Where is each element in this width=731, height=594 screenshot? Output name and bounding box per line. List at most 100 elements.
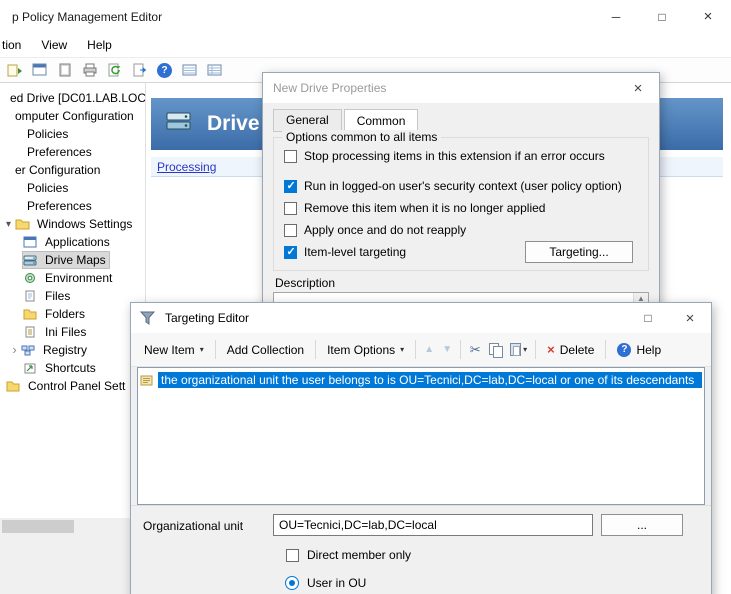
tree-item-mapped-drive[interactable]: ed Drive [DC01.LAB.LOCA	[0, 89, 145, 107]
console-window-icon[interactable]	[31, 62, 48, 79]
files-icon	[23, 289, 39, 303]
export-list-icon[interactable]	[131, 62, 148, 79]
option-run-in-user-context[interactable]: Run in logged-on user's security context…	[284, 179, 622, 193]
browse-button[interactable]: ...	[601, 514, 683, 536]
user-in-ou-option[interactable]: User in OU	[285, 576, 366, 590]
tree-item-folders[interactable]: Folders	[0, 305, 145, 323]
tree-item-label: Control Panel Sett	[25, 378, 128, 394]
tree-item-label: Drive Maps	[42, 252, 109, 268]
list-view-icon[interactable]	[181, 62, 198, 79]
checkbox[interactable]	[284, 246, 297, 259]
targeting-rule-row[interactable]: the organizational unit the user belongs…	[140, 371, 702, 389]
printer-icon[interactable]	[81, 62, 98, 79]
tree-item-drive-maps[interactable]: Drive Maps	[0, 251, 145, 269]
maximize-icon: □	[644, 311, 651, 325]
help-icon[interactable]: ?	[156, 62, 173, 79]
tree-item-preferences-user[interactable]: Preferences	[0, 197, 145, 215]
option-label: Run in logged-on user's security context…	[304, 179, 622, 193]
tree-item-ini-files[interactable]: Ini Files	[0, 323, 145, 341]
option-apply-once[interactable]: Apply once and do not reapply	[284, 223, 466, 237]
checkbox[interactable]	[284, 202, 297, 215]
targeting-dialog-close-button[interactable]: ×	[669, 303, 711, 333]
checkbox[interactable]	[284, 180, 297, 193]
checkbox[interactable]	[284, 150, 297, 163]
move-up-icon[interactable]: ▲	[420, 344, 438, 355]
organizational-unit-input[interactable]	[273, 514, 593, 536]
toolbar-separator	[315, 340, 316, 359]
toolbar-separator	[460, 340, 461, 359]
new-item-button[interactable]: New Item ▾	[137, 339, 211, 361]
close-icon: ×	[634, 80, 643, 97]
detail-view-icon[interactable]	[206, 62, 223, 79]
targeting-button[interactable]: Targeting...	[525, 241, 633, 263]
pane-title: Drive	[207, 112, 260, 136]
menu-view[interactable]: View	[31, 38, 77, 52]
add-collection-button[interactable]: Add Collection	[220, 339, 311, 361]
targeting-dialog-maximize-button[interactable]: □	[627, 303, 669, 333]
radio-button[interactable]	[285, 576, 299, 590]
delete-button[interactable]: × Delete	[540, 338, 601, 361]
tree-item-policies[interactable]: Policies	[0, 125, 145, 143]
tree-item-preferences[interactable]: Preferences	[0, 143, 145, 161]
processing-column-link[interactable]: Processing	[157, 160, 216, 174]
move-down-icon[interactable]: ▼	[438, 344, 456, 355]
drive-dialog-close-button[interactable]: ×	[617, 73, 659, 103]
applications-icon	[23, 235, 39, 249]
refresh-icon[interactable]	[106, 62, 123, 79]
tree-item-label: Ini Files	[42, 324, 89, 340]
expander-closed-icon[interactable]: ›	[8, 345, 21, 355]
item-options-button[interactable]: Item Options ▾	[320, 339, 411, 361]
clipboard-icon[interactable]	[56, 62, 73, 79]
targeting-rule-list[interactable]: the organizational unit the user belongs…	[137, 367, 705, 505]
checkbox[interactable]	[286, 549, 299, 562]
menu-help[interactable]: Help	[77, 38, 122, 52]
tree-item-computer-configuration[interactable]: omputer Configuration	[0, 107, 145, 125]
tab-common[interactable]: Common	[344, 109, 419, 132]
paste-button[interactable]: ▾	[510, 343, 527, 356]
tree-item-label: Policies	[24, 180, 71, 196]
tree-item-user-configuration[interactable]: er Configuration	[0, 161, 145, 179]
tab-general[interactable]: General	[273, 109, 342, 132]
direct-member-only-option[interactable]: Direct member only	[286, 548, 411, 562]
option-remove-when-not-applied[interactable]: Remove this item when it is no longer ap…	[284, 201, 545, 215]
dropdown-arrow-icon: ▾	[400, 345, 404, 354]
drive-maps-icon	[23, 253, 39, 267]
menu-action[interactable]: tion	[0, 38, 31, 52]
tree-item-windows-settings[interactable]: ▾ Windows Settings	[0, 215, 145, 233]
tree-item-environment[interactable]: Environment	[0, 269, 145, 287]
minimize-button[interactable]: ─	[593, 0, 639, 33]
option-label: Stop processing items in this extension …	[304, 149, 605, 163]
control-panel-icon	[6, 379, 22, 393]
help-icon: ?	[617, 343, 631, 357]
cut-icon[interactable]: ✂	[465, 342, 485, 358]
expander-open-icon[interactable]: ▾	[2, 219, 15, 230]
tree-item-policies-user[interactable]: Policies	[0, 179, 145, 197]
new-drive-properties-dialog: New Drive Properties × General Common Op…	[262, 72, 660, 317]
toolbar-separator	[605, 340, 606, 359]
tree-item-label: Applications	[42, 234, 113, 250]
doc-arrows-icon[interactable]	[6, 62, 23, 79]
tree-item-files[interactable]: Files	[0, 287, 145, 305]
scrollbar-thumb[interactable]	[2, 520, 74, 533]
tree-item-registry[interactable]: › Registry	[0, 341, 145, 359]
tree-item-label: er Configuration	[12, 162, 103, 178]
close-icon: ×	[686, 310, 695, 327]
maximize-button[interactable]: □	[639, 0, 685, 33]
add-collection-label: Add Collection	[227, 343, 304, 357]
close-button[interactable]: ×	[685, 0, 731, 33]
ini-files-icon	[23, 325, 39, 339]
caption-buttons: ─ □ ×	[593, 0, 731, 33]
tree-item-control-panel-settings[interactable]: Control Panel Sett	[0, 377, 145, 395]
tree-item-label: Registry	[40, 342, 90, 358]
option-label: Item-level targeting	[304, 245, 406, 259]
help-button[interactable]: ? Help	[610, 339, 668, 361]
tree-horizontal-scrollbar[interactable]	[0, 518, 144, 535]
direct-member-only-label: Direct member only	[307, 548, 411, 562]
group-policy-editor-window: p Policy Management Editor ─ □ × tion Vi…	[0, 0, 731, 594]
option-stop-processing[interactable]: Stop processing items in this extension …	[284, 149, 605, 163]
copy-icon[interactable]	[489, 343, 502, 357]
tree-item-shortcuts[interactable]: Shortcuts	[0, 359, 145, 377]
checkbox[interactable]	[284, 224, 297, 237]
tree-item-applications[interactable]: Applications	[0, 233, 145, 251]
option-item-level-targeting[interactable]: Item-level targeting	[284, 245, 406, 259]
